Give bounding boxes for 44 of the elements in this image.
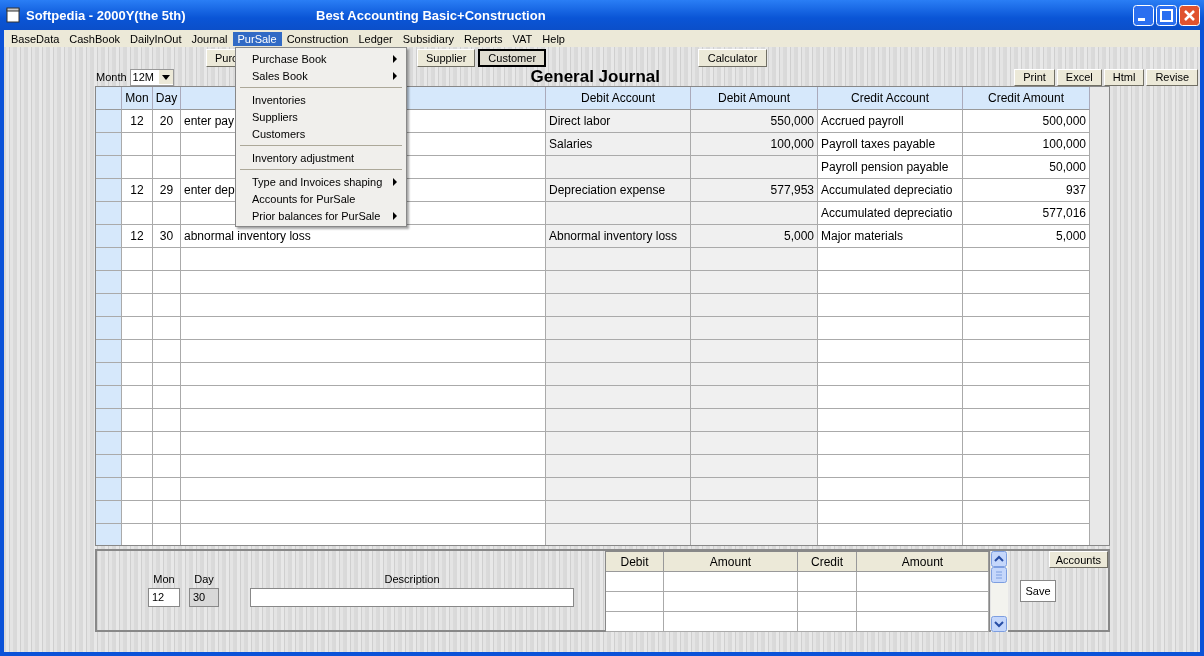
journal-title: General Journal [530, 67, 660, 87]
day-label: Day [194, 573, 214, 585]
table-cell: 12 [122, 225, 153, 248]
table-cell: Payroll pension payable [818, 156, 963, 179]
table-cell: Major materials [818, 225, 963, 248]
table-cell: 30 [153, 225, 181, 248]
table-cell: 12 [122, 110, 153, 133]
table-cell: Accumulated depreciatio [818, 202, 963, 225]
column-header: Credit [798, 552, 857, 572]
table-cell: 12 [122, 179, 153, 202]
table-cell: 29 [153, 179, 181, 202]
column-header: Amount [664, 552, 798, 572]
table-cell: Salaries [546, 133, 691, 156]
column-header: Debit Account [546, 87, 691, 110]
window-title: Softpedia - 2000Y(the 5th) [26, 7, 187, 23]
column-header: Credit Amount [963, 87, 1090, 110]
table-cell: Abnormal inventory loss [546, 225, 691, 248]
table-cell: abnormal inventory loss [181, 225, 546, 248]
description-label: Description [384, 573, 440, 585]
table-cell: 937 [963, 179, 1090, 202]
table-cell: 577,953 [691, 179, 818, 202]
table-cell: Accrued payroll [818, 110, 963, 133]
column-header: Debit Amount [691, 87, 818, 110]
table-cell: Direct labor [546, 110, 691, 133]
month-label: Month [96, 71, 127, 83]
table-cell: 20 [153, 110, 181, 133]
column-header: Day [153, 87, 181, 110]
table-cell: 50,000 [963, 156, 1090, 179]
table-cell: Accumulated depreciatio [818, 179, 963, 202]
column-header: Debit [606, 552, 664, 572]
mon-label: Mon [153, 573, 175, 585]
table-cell: 100,000 [691, 133, 818, 156]
table-cell: Depreciation expense [546, 179, 691, 202]
app-title: Best Accounting Basic+Construction [316, 7, 546, 23]
table-cell: 577,016 [963, 202, 1090, 225]
table-cell: Payroll taxes payable [818, 133, 963, 156]
table-cell: 550,000 [691, 110, 818, 133]
table-cell: 100,000 [963, 133, 1090, 156]
column-header: Amount [857, 552, 989, 572]
column-header: Credit Account [818, 87, 963, 110]
table-cell: 5,000 [691, 225, 818, 248]
table-cell: 5,000 [963, 225, 1090, 248]
table-cell: 500,000 [963, 110, 1090, 133]
column-header: Mon [122, 87, 153, 110]
